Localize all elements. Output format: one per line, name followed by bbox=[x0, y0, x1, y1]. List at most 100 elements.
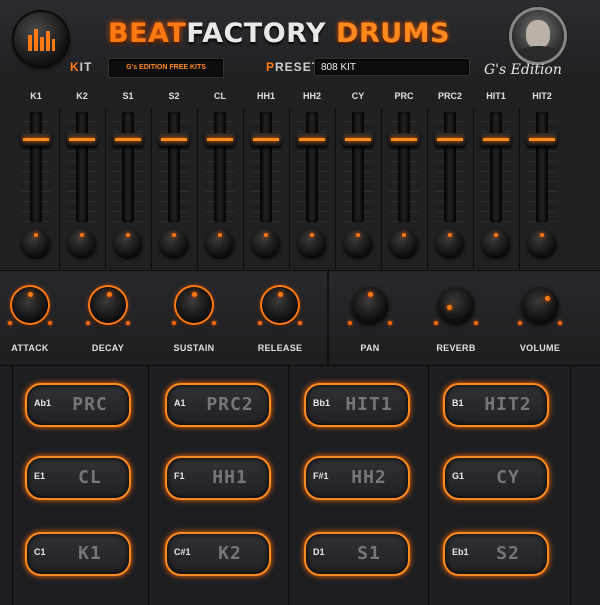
channel-label: S2 bbox=[168, 91, 180, 101]
pad-name: PRC bbox=[72, 394, 108, 415]
channel-label: PRC bbox=[394, 91, 414, 101]
drum-pad[interactable]: Eb1 S2 bbox=[443, 532, 549, 576]
channel-divider bbox=[243, 108, 244, 270]
fader-handle[interactable] bbox=[343, 133, 373, 147]
pad-name: PRC2 bbox=[206, 394, 254, 415]
pad-note: B1 bbox=[452, 398, 464, 408]
channel-label: PRC2 bbox=[437, 91, 462, 101]
channel-divider bbox=[473, 108, 474, 270]
fader-track bbox=[30, 112, 42, 222]
channel-knob[interactable] bbox=[344, 229, 372, 257]
drum-pad[interactable]: C#1 K2 bbox=[165, 532, 271, 576]
channel-divider bbox=[197, 108, 198, 270]
pad-note: C#1 bbox=[174, 547, 191, 557]
pad-name: K2 bbox=[218, 543, 242, 564]
channel-strip: HIT2 bbox=[519, 88, 565, 270]
channel-divider bbox=[289, 108, 290, 270]
edition-label: G's Edition bbox=[484, 62, 562, 78]
pad-note: C1 bbox=[34, 547, 46, 557]
fader-handle[interactable] bbox=[113, 133, 143, 147]
channel-knob[interactable] bbox=[206, 229, 234, 257]
channel-divider bbox=[335, 108, 336, 270]
pad-note: Ab1 bbox=[34, 398, 52, 408]
reverb-label: REVERB bbox=[436, 343, 476, 353]
decay-knob[interactable] bbox=[86, 283, 130, 327]
attack-label: ATTACK bbox=[11, 343, 49, 353]
fader-track bbox=[260, 112, 272, 222]
reverb-knob[interactable] bbox=[434, 283, 478, 327]
preset-label: PRESET bbox=[266, 60, 321, 74]
drum-pad[interactable]: E1 CL bbox=[25, 456, 131, 500]
drum-pad[interactable]: A1 PRC2 bbox=[165, 383, 271, 427]
channel-knob[interactable] bbox=[482, 229, 510, 257]
fader-handle[interactable] bbox=[481, 133, 511, 147]
channel-strip: HIT1 bbox=[473, 88, 519, 270]
fader-handle[interactable] bbox=[389, 133, 419, 147]
title-factory: FACTORY bbox=[186, 18, 327, 49]
kit-label: KIT bbox=[70, 60, 93, 74]
channel-knob[interactable] bbox=[68, 229, 96, 257]
fader-handle[interactable] bbox=[21, 133, 51, 147]
channel-label: HH1 bbox=[256, 91, 275, 101]
channel-knob[interactable] bbox=[298, 229, 326, 257]
pan-knob[interactable] bbox=[348, 283, 392, 327]
preset-selector[interactable]: 808 KIT bbox=[314, 58, 470, 76]
channel-label: HIT1 bbox=[486, 91, 506, 101]
drum-pad[interactable]: D1 S1 bbox=[304, 532, 410, 576]
channel-divider bbox=[519, 108, 520, 270]
channel-knob[interactable] bbox=[436, 229, 464, 257]
drum-pad[interactable]: Ab1 PRC bbox=[25, 383, 131, 427]
channel-divider bbox=[427, 108, 428, 270]
channel-knob[interactable] bbox=[390, 229, 418, 257]
pad-note: A1 bbox=[174, 398, 186, 408]
fader-handle[interactable] bbox=[251, 133, 281, 147]
channel-strip: K1 bbox=[13, 88, 59, 270]
pad-divider bbox=[570, 366, 571, 605]
fader-handle[interactable] bbox=[527, 133, 557, 147]
envelope-section: ATTACK DECAY SUSTAIN RELEASE PAN REVERB bbox=[0, 270, 600, 366]
fader-handle[interactable] bbox=[297, 133, 327, 147]
fader-handle[interactable] bbox=[159, 133, 189, 147]
kit-selector[interactable]: G's EDITION FREE KITS bbox=[108, 58, 224, 78]
header: BEATFACTORY DRUMS G's Edition KIT G's EDI… bbox=[0, 0, 600, 89]
release-knob[interactable] bbox=[258, 283, 302, 327]
drum-pads: Ab1 PRC A1 PRC2 Bb1 HIT1 B1 HIT2 E1 CL F1 HH1 F#1 HH2… bbox=[0, 366, 600, 605]
drum-pad[interactable]: F#1 HH2 bbox=[304, 456, 410, 500]
fader-handle[interactable] bbox=[205, 133, 235, 147]
fader-handle[interactable] bbox=[67, 133, 97, 147]
channel-knob[interactable] bbox=[22, 229, 50, 257]
pad-note: F#1 bbox=[313, 471, 329, 481]
sustain-knob[interactable] bbox=[172, 283, 216, 327]
channel-knob[interactable] bbox=[114, 229, 142, 257]
logo-button[interactable] bbox=[14, 12, 68, 66]
drum-pad[interactable]: C1 K1 bbox=[25, 532, 131, 576]
channel-strip: HH2 bbox=[289, 88, 335, 270]
fader-track bbox=[490, 112, 502, 222]
title-beat: BEAT bbox=[108, 18, 187, 49]
pad-name: S1 bbox=[357, 543, 381, 564]
channel-strip: CL bbox=[197, 88, 243, 270]
channel-divider bbox=[105, 108, 106, 270]
drum-pad[interactable]: Bb1 HIT1 bbox=[304, 383, 410, 427]
channel-strip: S2 bbox=[151, 88, 197, 270]
channel-label: CL bbox=[214, 91, 226, 101]
fader-track bbox=[214, 112, 226, 222]
pad-name: S2 bbox=[496, 543, 520, 564]
fader-track bbox=[306, 112, 318, 222]
channel-label: K2 bbox=[76, 91, 88, 101]
drum-pad[interactable]: B1 HIT2 bbox=[443, 383, 549, 427]
channel-strip: PRC2 bbox=[427, 88, 473, 270]
decay-label: DECAY bbox=[91, 343, 125, 353]
drum-pad[interactable]: G1 CY bbox=[443, 456, 549, 500]
attack-knob[interactable] bbox=[8, 283, 52, 327]
drum-pad[interactable]: F1 HH1 bbox=[165, 456, 271, 500]
channel-strip: PRC bbox=[381, 88, 427, 270]
channel-knob[interactable] bbox=[252, 229, 280, 257]
beatfactory-drums-plugin: BEATFACTORY DRUMS G's Edition KIT G's EDI… bbox=[0, 0, 600, 605]
fader-handle[interactable] bbox=[435, 133, 465, 147]
channel-knob[interactable] bbox=[528, 229, 556, 257]
channel-knob[interactable] bbox=[160, 229, 188, 257]
pad-name: HH2 bbox=[351, 467, 387, 488]
volume-knob[interactable] bbox=[518, 283, 562, 327]
pad-name: K1 bbox=[78, 543, 102, 564]
